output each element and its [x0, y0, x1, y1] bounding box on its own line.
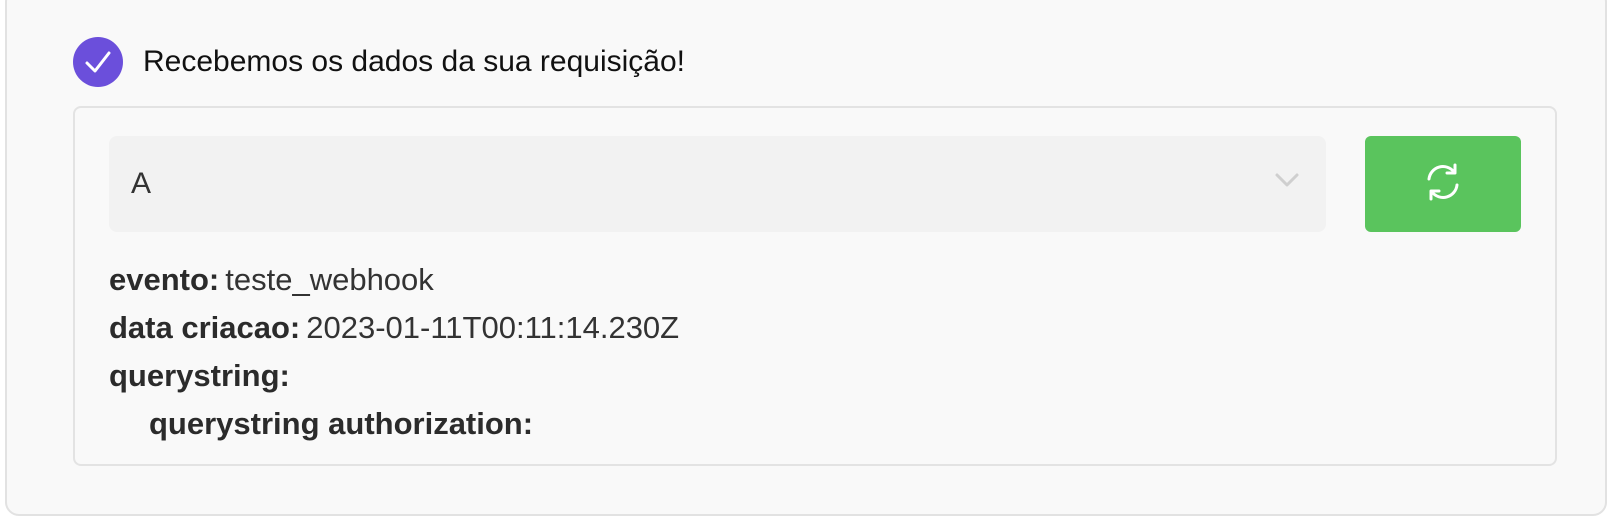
detail-value: 2023-01-11T00:11:14.230Z [306, 310, 680, 345]
detail-key: querystring: [109, 358, 290, 393]
detail-value: teste_webhook [225, 262, 434, 297]
detail-row-querystring-authorization: querystring authorization: [109, 400, 679, 448]
request-details-panel: A evento: teste_webhook data criacao: 20… [73, 106, 1557, 466]
success-message-row: Recebemos os dados da sua requisição! [73, 36, 685, 88]
detail-row-querystring: querystring: [109, 352, 679, 400]
detail-row-data-criacao: data criacao: 2023-01-11T00:11:14.230Z [109, 304, 679, 352]
detail-row-evento: evento: teste_webhook [109, 256, 679, 304]
refresh-button[interactable] [1365, 136, 1521, 232]
webhook-result-card: Recebemos os dados da sua requisição! A [5, 0, 1607, 516]
success-message: Recebemos os dados da sua requisição! [143, 45, 685, 78]
refresh-icon [1423, 162, 1463, 207]
request-details: evento: teste_webhook data criacao: 2023-0… [109, 256, 679, 448]
detail-key: querystring authorization: [149, 406, 534, 441]
check-icon [73, 37, 123, 87]
request-select[interactable]: A [109, 136, 1326, 232]
detail-key: evento: [109, 262, 220, 297]
chevron-down-icon [1274, 172, 1300, 193]
request-select-value: A [131, 167, 152, 200]
detail-key: data criacao: [109, 310, 301, 345]
